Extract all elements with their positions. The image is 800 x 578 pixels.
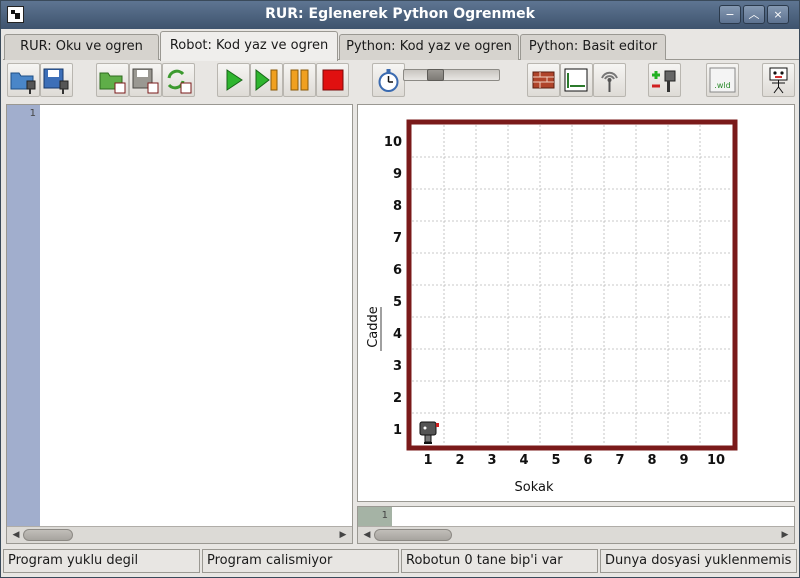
- output-horizontal-scrollbar[interactable]: ◀ ▶: [358, 526, 794, 543]
- scroll-left-arrow-icon[interactable]: ◀: [360, 529, 374, 542]
- line-number: 1: [381, 510, 388, 521]
- close-button[interactable]: ×: [767, 5, 789, 24]
- y-tick-label: 6: [393, 263, 402, 278]
- application-window: RUR: Eglenerek Python Ogrenmek − ︿ × RUR…: [0, 0, 800, 578]
- resize-world-icon: [564, 68, 588, 92]
- x-tick-label: 5: [551, 453, 560, 468]
- y-tick-label: 4: [393, 327, 402, 342]
- y-axis-label: Cadde: [366, 306, 381, 348]
- stop-button[interactable]: [316, 63, 349, 97]
- brick-wall-icon: [532, 71, 555, 89]
- y-tick-label: 3: [393, 359, 402, 374]
- robot-face-button[interactable]: [762, 63, 795, 97]
- x-tick-label: 1: [423, 453, 432, 468]
- floppy-world-icon: [132, 68, 159, 94]
- scroll-right-arrow-icon[interactable]: ▶: [336, 529, 350, 542]
- x-tick-label: 2: [455, 453, 464, 468]
- y-tick-label: 5: [393, 295, 402, 310]
- robot-direction-marker: [436, 423, 439, 427]
- run-status: Program calismiyor: [202, 549, 399, 573]
- line-number-gutter: 1: [7, 105, 40, 526]
- window-title: RUR: Eglenerek Python Ogrenmek: [265, 6, 535, 22]
- output-panel[interactable]: 1 ◀ ▶: [357, 506, 795, 544]
- step-icon: [255, 68, 278, 92]
- pause-icon: [290, 69, 309, 91]
- robot-foot: [424, 442, 432, 444]
- x-tick-label: 4: [519, 453, 528, 468]
- x-tick-label: 3: [487, 453, 496, 468]
- edit-walls-button[interactable]: [527, 63, 560, 97]
- open-world-button[interactable]: [96, 63, 129, 97]
- y-tick-label: 10: [384, 135, 402, 150]
- output-text-area[interactable]: [396, 510, 794, 526]
- y-tick-label: 9: [393, 167, 402, 182]
- robot-eye: [423, 426, 427, 430]
- x-tick-label: 6: [583, 453, 592, 468]
- tab-bar: RUR: Oku ve ogren Robot: Kod yaz ve ogre…: [3, 31, 799, 61]
- beeper-button[interactable]: [593, 63, 626, 97]
- speed-timer-button[interactable]: [372, 63, 405, 97]
- minimize-button[interactable]: −: [719, 5, 741, 24]
- robot-world-view: 1 2 3 4 5 6 7 8 9 10 1 2 3 4 5 6 7 8 9 10 Sokak Cadde: [357, 104, 795, 502]
- title-bar[interactable]: RUR: Eglenerek Python Ogrenmek − ︿ ×: [1, 1, 799, 29]
- y-tick-label: 7: [393, 231, 402, 246]
- world-file-button[interactable]: .wld: [706, 63, 739, 97]
- maximize-button[interactable]: ︿: [743, 5, 765, 24]
- scrollbar-thumb[interactable]: [374, 529, 452, 541]
- tab-python-code[interactable]: Python: Kod yaz ve ogren: [339, 34, 519, 60]
- stop-icon: [322, 69, 344, 91]
- run-button[interactable]: [217, 63, 250, 97]
- y-tick-label: 2: [393, 391, 402, 406]
- world-file-status: Dunya dosyasi yuklenmemis: [600, 549, 797, 573]
- speed-slider-thumb[interactable]: [427, 69, 444, 81]
- x-tick-label: 9: [679, 453, 688, 468]
- x-tick-label: 10: [707, 453, 725, 468]
- play-icon: [226, 69, 243, 91]
- save-program-button[interactable]: [40, 63, 73, 97]
- robot[interactable]: [419, 421, 439, 444]
- tab-python-editor[interactable]: Python: Basit editor: [520, 34, 666, 60]
- scrollbar-thumb[interactable]: [23, 529, 73, 541]
- refresh-world-icon: [167, 69, 192, 94]
- floppy-robot-icon: [43, 68, 69, 94]
- tab-robot-code[interactable]: Robot: Kod yaz ve ogren: [160, 31, 338, 61]
- program-editor[interactable]: 1 ◀ ▶: [6, 104, 353, 544]
- scroll-right-arrow-icon[interactable]: ▶: [778, 529, 792, 542]
- scroll-left-arrow-icon[interactable]: ◀: [9, 529, 23, 542]
- status-bar: Program yuklu degil Program calismiyor R…: [3, 549, 799, 575]
- robot-body: [424, 434, 432, 443]
- reload-world-button[interactable]: [162, 63, 195, 97]
- y-tick-label: 1: [393, 423, 402, 438]
- step-button[interactable]: [250, 63, 283, 97]
- add-robot-button[interactable]: [648, 63, 681, 97]
- x-axis-label: Sokak: [515, 480, 554, 495]
- pause-button[interactable]: [283, 63, 316, 97]
- open-program-button[interactable]: [7, 63, 40, 97]
- antenna-icon: [601, 71, 618, 92]
- y-tick-label: 8: [393, 199, 402, 214]
- toolbar: .wld: [3, 61, 799, 101]
- folder-robot-icon: [10, 72, 36, 94]
- robot-head: [419, 421, 437, 436]
- tab-read-and-learn[interactable]: RUR: Oku ve ogren: [4, 34, 159, 60]
- line-number: 1: [29, 108, 36, 119]
- speed-slider[interactable]: [403, 69, 500, 81]
- save-world-button[interactable]: [129, 63, 162, 97]
- wld-file-icon: .wld: [709, 67, 736, 93]
- add-robot-icon: [652, 70, 676, 92]
- world-grid: 1 2 3 4 5 6 7 8 9 10 1 2 3 4 5 6 7 8 9 10 Sokak Cadde: [366, 119, 738, 495]
- stopwatch-icon: [378, 69, 399, 92]
- folder-world-icon: [99, 72, 126, 94]
- robot-face-icon: [769, 67, 788, 94]
- x-tick-label: 8: [647, 453, 656, 468]
- svg-text:.wld: .wld: [714, 81, 730, 90]
- editor-text-area[interactable]: [45, 108, 352, 525]
- beeper-status: Robotun 0 tane bip'i var: [401, 549, 598, 573]
- output-line-number-gutter: 1: [358, 507, 392, 527]
- editor-horizontal-scrollbar[interactable]: ◀ ▶: [7, 526, 352, 543]
- x-tick-label: 7: [615, 453, 624, 468]
- program-status: Program yuklu degil: [3, 549, 200, 573]
- resize-world-button[interactable]: [560, 63, 593, 97]
